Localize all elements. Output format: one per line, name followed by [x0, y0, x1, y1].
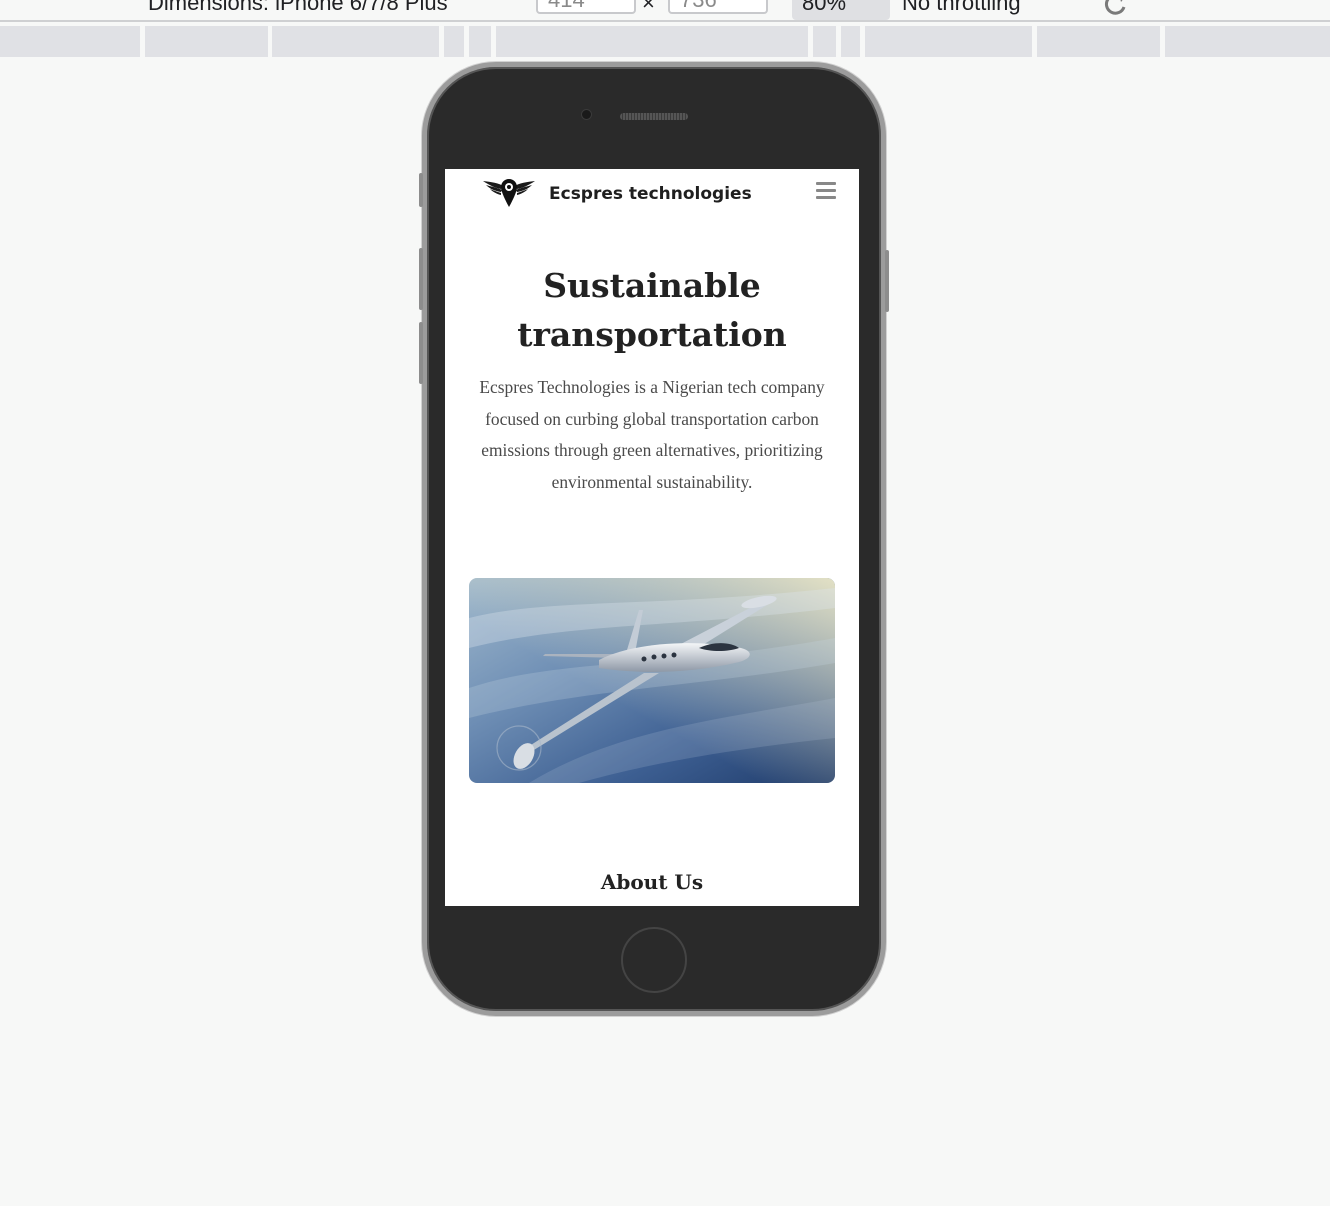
- site-navbar: Ecspres technologies: [445, 169, 859, 217]
- media-query-segment[interactable]: [0, 26, 140, 57]
- front-camera: [581, 109, 592, 120]
- media-query-segment[interactable]: [1037, 26, 1160, 57]
- about-section-title: About Us: [600, 870, 704, 894]
- zoom-dropdown[interactable]: 80%: [792, 0, 890, 20]
- media-query-segment[interactable]: [496, 26, 808, 57]
- media-query-segment[interactable]: [145, 26, 268, 57]
- device-screen: Ecspres technologies Sustainable transpo…: [445, 169, 859, 906]
- media-query-segment[interactable]: [813, 26, 836, 57]
- height-input[interactable]: 736: [668, 0, 768, 14]
- media-query-segment[interactable]: [865, 26, 1032, 57]
- earpiece-speaker: [620, 113, 688, 120]
- hero-description: Ecspres Technologies is a Nigerian tech …: [479, 377, 825, 492]
- hero-aircraft-image: [469, 578, 835, 783]
- media-query-segment[interactable]: [469, 26, 491, 57]
- volume-up-button: [419, 248, 423, 310]
- home-button[interactable]: [621, 927, 687, 993]
- mute-switch: [419, 173, 423, 207]
- media-query-segment[interactable]: [1165, 26, 1330, 57]
- rotate-icon[interactable]: [1100, 0, 1130, 18]
- media-query-bar: [0, 26, 1330, 58]
- brand-name[interactable]: Ecspres technologies: [549, 184, 752, 204]
- aircraft-illustration: [469, 578, 835, 783]
- winged-pin-logo-icon[interactable]: [481, 177, 537, 209]
- dimensions-dropdown[interactable]: Dimensions: iPhone 6/7/8 Plus: [148, 0, 448, 16]
- power-button: [885, 250, 889, 312]
- media-query-segment[interactable]: [841, 26, 860, 57]
- media-query-segment[interactable]: [444, 26, 464, 57]
- hero-title: Sustainable transportation: [517, 266, 787, 354]
- width-input[interactable]: 414: [536, 0, 636, 14]
- dimension-separator: ×: [642, 0, 655, 15]
- volume-down-button: [419, 322, 423, 384]
- device-toolbar: Dimensions: iPhone 6/7/8 Plus 414 × 736 …: [0, 0, 1330, 22]
- throttling-dropdown[interactable]: No throttling: [902, 0, 1021, 16]
- media-query-segment[interactable]: [272, 26, 439, 57]
- hamburger-menu-icon[interactable]: [816, 182, 836, 200]
